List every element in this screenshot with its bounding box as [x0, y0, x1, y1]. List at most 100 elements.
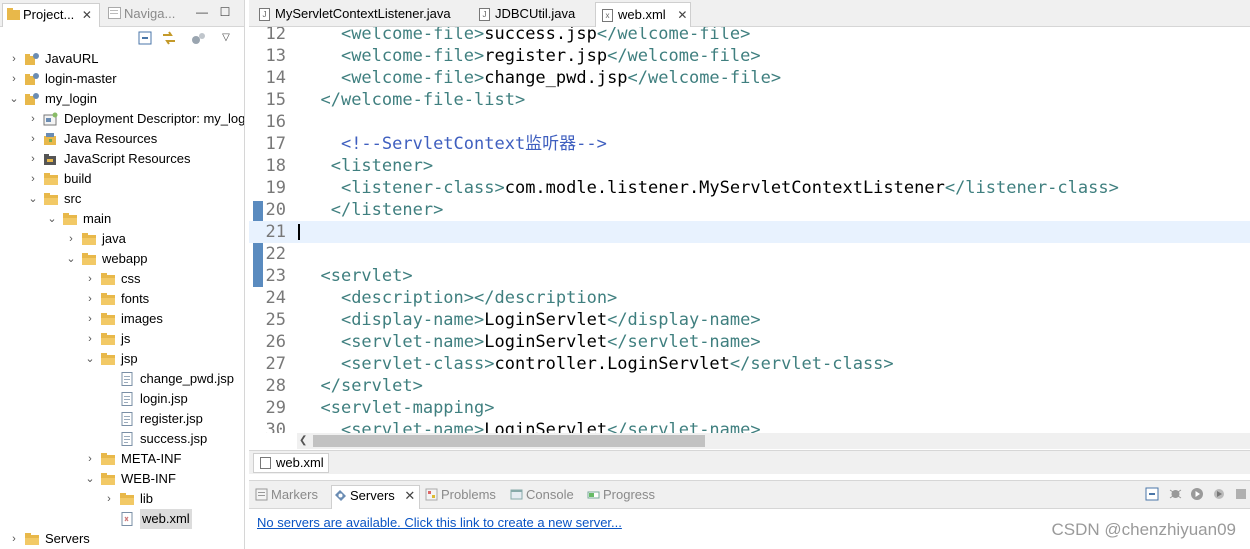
- start-server-icon[interactable]: [1190, 487, 1205, 501]
- tab-servers[interactable]: Servers ✕: [331, 485, 421, 509]
- minimize-icon[interactable]: —: [196, 6, 208, 18]
- expand-arrow-icon[interactable]: ›: [65, 229, 77, 249]
- close-icon[interactable]: ✕: [82, 8, 92, 22]
- code-line[interactable]: 25 <display-name>LoginServlet</display-n…: [249, 309, 1250, 331]
- tab-problems[interactable]: Problems: [423, 485, 496, 509]
- tree-item-servers[interactable]: › Servers: [0, 529, 244, 549]
- tree-item-fonts[interactable]: › fonts: [0, 289, 244, 309]
- editor-tab-label: MyServletContextListener.java: [275, 6, 451, 21]
- collapse-arrow-icon[interactable]: ⌄: [27, 189, 39, 209]
- tree-item-build[interactable]: › build: [0, 169, 244, 189]
- tree-item-images[interactable]: › images: [0, 309, 244, 329]
- tree-item-lib[interactable]: › lib: [0, 489, 244, 509]
- collapse-arrow-icon[interactable]: ⌄: [84, 349, 96, 369]
- expand-arrow-icon[interactable]: ›: [8, 69, 20, 89]
- tree-item-javaurl[interactable]: › JavaURL: [0, 49, 244, 69]
- tab-source-web-xml[interactable]: web.xml: [253, 453, 329, 473]
- code-line[interactable]: 16: [249, 111, 1250, 133]
- tab-myservletcontextlistener-java[interactable]: J MyServletContextListener.java: [253, 2, 468, 27]
- code-line[interactable]: 12 <welcome-file>success.jsp</welcome-fi…: [249, 27, 1250, 45]
- expand-arrow-icon[interactable]: ›: [84, 269, 96, 289]
- tab-console[interactable]: Console: [508, 485, 574, 509]
- code-line[interactable]: 27 <servlet-class>controller.LoginServle…: [249, 353, 1250, 375]
- code-line[interactable]: 24 <description></description>: [249, 287, 1250, 309]
- expand-arrow-icon[interactable]: ›: [84, 449, 96, 469]
- debug-server-icon[interactable]: [1168, 487, 1183, 501]
- tree-item-javascript-resources[interactable]: › JavaScript Resources: [0, 149, 244, 169]
- tree-item-my-login[interactable]: ⌄ my_login: [0, 89, 244, 109]
- code-line[interactable]: 29 <servlet-mapping>: [249, 397, 1250, 419]
- code-line[interactable]: 19 <listener-class>com.modle.listener.My…: [249, 177, 1250, 199]
- expand-arrow-icon[interactable]: ›: [84, 289, 96, 309]
- code-line[interactable]: 28 </servlet>: [249, 375, 1250, 397]
- tree-item-jsp[interactable]: ⌄ jsp: [0, 349, 244, 369]
- expand-arrow-icon[interactable]: ›: [27, 169, 39, 189]
- tab-navigator[interactable]: Naviga...: [104, 3, 175, 27]
- collapse-arrow-icon[interactable]: ⌄: [84, 469, 96, 489]
- code-line[interactable]: 17 <!--ServletContext监听器-->: [249, 133, 1250, 155]
- tree-item-web-inf[interactable]: ⌄ WEB-INF: [0, 469, 244, 489]
- collapse-icon[interactable]: [1145, 487, 1160, 501]
- close-icon[interactable]: ✕: [404, 488, 415, 503]
- expand-arrow-icon[interactable]: ›: [8, 529, 20, 549]
- code-line[interactable]: 23 <servlet>: [249, 265, 1250, 287]
- tree-item-label: login.jsp: [140, 391, 188, 406]
- collapse-arrow-icon[interactable]: ⌄: [65, 249, 77, 269]
- code-line[interactable]: 20 </listener>: [249, 199, 1250, 221]
- expand-arrow-icon[interactable]: ›: [84, 309, 96, 329]
- profile-server-icon[interactable]: [1212, 487, 1227, 501]
- xml-text: success.jsp: [484, 27, 597, 44]
- collapse-arrow-icon[interactable]: ⌄: [8, 89, 20, 109]
- tree-item-main[interactable]: ⌄ main: [0, 209, 244, 229]
- tab-project-explorer[interactable]: Project... ✕: [2, 3, 100, 27]
- maximize-icon[interactable]: ☐: [219, 6, 231, 18]
- scroll-left-icon[interactable]: ❮: [299, 433, 307, 449]
- tree-item-webapp[interactable]: ⌄ webapp: [0, 249, 244, 269]
- expand-arrow-icon[interactable]: ›: [27, 129, 39, 149]
- tree-item-meta-inf[interactable]: › META-INF: [0, 449, 244, 469]
- code-line[interactable]: 14 <welcome-file>change_pwd.jsp</welcome…: [249, 67, 1250, 89]
- code-editor[interactable]: 12 <welcome-file>success.jsp</welcome-fi…: [249, 27, 1250, 433]
- link-with-editor-icon[interactable]: [161, 31, 177, 45]
- focus-icon[interactable]: [191, 31, 207, 45]
- tree-item-java[interactable]: › java: [0, 229, 244, 249]
- scrollbar-thumb[interactable]: [313, 435, 705, 447]
- tab-web-xml[interactable]: x web.xml ✕: [595, 2, 691, 27]
- code-line[interactable]: 26 <servlet-name>LoginServlet</servlet-n…: [249, 331, 1250, 353]
- tab-jdbcutil-java[interactable]: J JDBCUtil.java: [473, 2, 593, 27]
- stop-server-icon[interactable]: [1234, 487, 1249, 501]
- code-line[interactable]: 18 <listener>: [249, 155, 1250, 177]
- view-menu-icon[interactable]: ▽: [220, 32, 232, 44]
- tab-progress[interactable]: Progress: [585, 485, 655, 509]
- code-line[interactable]: 30 <servlet-name>LoginServlet</servlet-n…: [249, 419, 1250, 433]
- expand-arrow-icon[interactable]: ›: [103, 489, 115, 509]
- collapse-arrow-icon[interactable]: ⌄: [46, 209, 58, 229]
- tree-item-login-jsp[interactable]: login.jsp: [0, 389, 244, 409]
- tab-markers[interactable]: Markers: [253, 485, 318, 509]
- tree-item-src[interactable]: ⌄ src: [0, 189, 244, 209]
- code-line[interactable]: 13 <welcome-file>register.jsp</welcome-f…: [249, 45, 1250, 67]
- tree-item-web-xml[interactable]: web.xml: [0, 509, 244, 529]
- tree-item-js[interactable]: › js: [0, 329, 244, 349]
- code-line[interactable]: 22: [249, 243, 1250, 265]
- folder-icon: [119, 492, 135, 506]
- expand-arrow-icon[interactable]: ›: [27, 109, 39, 129]
- tree-item-register-jsp[interactable]: register.jsp: [0, 409, 244, 429]
- expand-arrow-icon[interactable]: ›: [84, 329, 96, 349]
- tree-item-css[interactable]: › css: [0, 269, 244, 289]
- line-number: 19: [265, 178, 286, 198]
- tree-item-java-resources[interactable]: › Java Resources: [0, 129, 244, 149]
- expand-arrow-icon[interactable]: ›: [27, 149, 39, 169]
- code-line[interactable]: 15 </welcome-file-list>: [249, 89, 1250, 111]
- tree-item-deployment-descriptor-my-log[interactable]: › Deployment Descriptor: my_log: [0, 109, 244, 129]
- tree-item-success-jsp[interactable]: success.jsp: [0, 429, 244, 449]
- horizontal-scrollbar[interactable]: ❮: [297, 433, 1250, 449]
- close-icon[interactable]: ✕: [677, 8, 687, 22]
- collapse-all-icon[interactable]: [138, 31, 154, 45]
- tree-item-change-pwd-jsp[interactable]: change_pwd.jsp: [0, 369, 244, 389]
- markers-icon: [255, 488, 268, 501]
- code-line[interactable]: 21: [249, 221, 1250, 243]
- create-server-link[interactable]: No servers are available. Click this lin…: [257, 515, 622, 530]
- expand-arrow-icon[interactable]: ›: [8, 49, 20, 69]
- tree-item-login-master[interactable]: › login-master: [0, 69, 244, 89]
